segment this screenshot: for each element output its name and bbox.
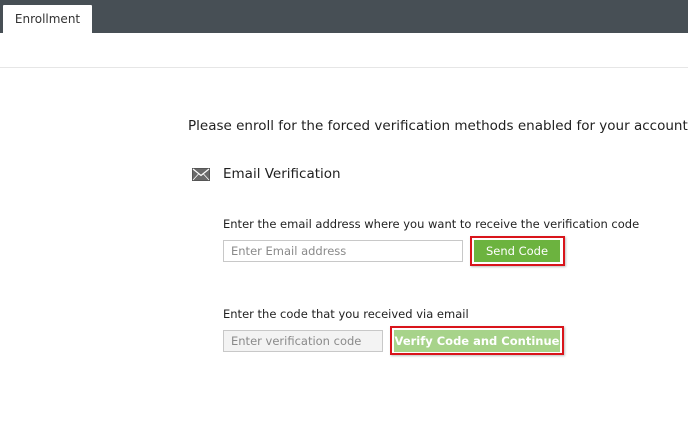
verification-code-input[interactable] — [223, 330, 383, 352]
enrollment-instructions: Please enroll for the forced verificatio… — [188, 118, 688, 134]
verification-code-label: Enter the code that you received via ema… — [223, 307, 469, 321]
email-address-label: Enter the email address where you want t… — [223, 217, 640, 231]
send-code-button[interactable]: Send Code — [474, 240, 560, 262]
envelope-icon — [192, 168, 210, 181]
top-nav-bar: Enrollment — [0, 0, 688, 33]
verify-code-continue-button[interactable]: Verify Code and Continue — [394, 330, 560, 352]
email-address-input[interactable] — [223, 240, 463, 262]
header-divider — [0, 67, 688, 68]
tab-enrollment[interactable]: Enrollment — [3, 5, 92, 33]
email-verification-title: Email Verification — [223, 166, 341, 182]
